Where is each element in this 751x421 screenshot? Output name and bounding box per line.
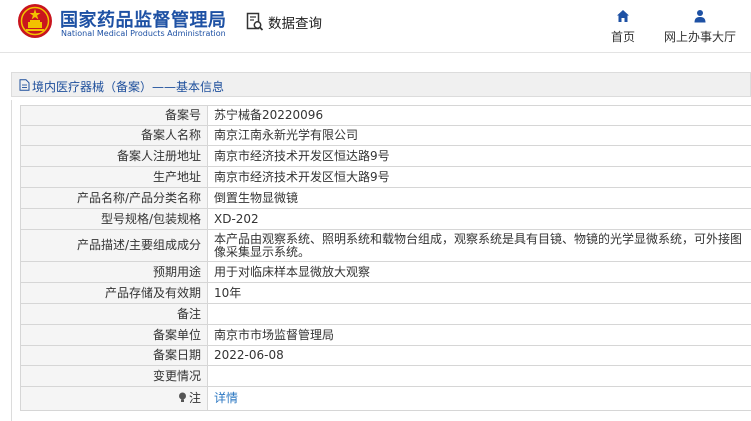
- intended-use-value: 用于对临床样本显微放大观察: [207, 261, 751, 283]
- table-row: 注 详情: [20, 386, 751, 411]
- table-row: 产品描述/主要组成成分 本产品由观察系统、照明系统和载物台组成，观察系统是具有目…: [20, 229, 751, 262]
- section-title: 境内医疗器械（备案）——基本信息: [32, 80, 225, 94]
- note-label: 注: [188, 391, 201, 405]
- detail-panel: 备案号 苏宁械备20220096 备案人名称 南京江南永新光学有限公司 备案人注…: [11, 100, 751, 421]
- table-row: 型号规格/包装规格 XD-202: [20, 208, 751, 230]
- section-header: 境内医疗器械（备案）——基本信息: [11, 72, 751, 97]
- nav-online-service-hall[interactable]: 网上办事大厅: [660, 9, 740, 45]
- lightbulb-icon: [178, 392, 186, 402]
- product-name-value: 倒置生物显微镜: [207, 187, 751, 209]
- org-name-en[interactable]: National Medical Products Administration: [61, 29, 226, 38]
- details-link[interactable]: 详情: [207, 386, 751, 411]
- filing-unit-value: 南京市市场监督管理局: [207, 324, 751, 346]
- model-spec-label: 型号规格/包装规格: [20, 208, 208, 230]
- site-header: 国家药品监督管理局 National Medical Products Admi…: [0, 0, 751, 53]
- storage-label: 产品存储及有效期: [20, 282, 208, 304]
- filer-name-value: 南京江南永新光学有限公司: [207, 125, 751, 146]
- table-row: 备注: [20, 303, 751, 325]
- home-icon: [617, 10, 629, 22]
- detail-table: 备案号 苏宁械备20220096 备案人名称 南京江南永新光学有限公司 备案人注…: [20, 105, 751, 411]
- data-query-label: 数据查询: [268, 16, 322, 32]
- filing-no-value: 苏宁械备20220096: [207, 105, 751, 126]
- filer-address-value: 南京市经济技术开发区恒达路9号: [207, 145, 751, 167]
- filer-address-label: 备案人注册地址: [20, 145, 208, 167]
- document-icon: [19, 79, 30, 91]
- change-info-value: [207, 365, 751, 387]
- user-icon: [694, 10, 706, 23]
- filing-unit-label: 备案单位: [20, 324, 208, 346]
- product-name-label: 产品名称/产品分类名称: [20, 187, 208, 209]
- model-spec-value: XD-202: [207, 208, 751, 230]
- table-row: 备案号 苏宁械备20220096: [20, 105, 751, 126]
- nav-home-label: 首页: [610, 30, 635, 44]
- filer-name-label: 备案人名称: [20, 125, 208, 146]
- table-row: 生产地址 南京市经济技术开发区恒大路9号: [20, 166, 751, 188]
- production-address-label: 生产地址: [20, 166, 208, 188]
- note-label-cell: 注: [20, 386, 208, 411]
- storage-value: 10年: [207, 282, 751, 304]
- table-row: 备案单位 南京市市场监督管理局: [20, 324, 751, 346]
- remark-label: 备注: [20, 303, 208, 325]
- filing-date-value: 2022-06-08: [207, 345, 751, 366]
- table-row: 备案日期 2022-06-08: [20, 345, 751, 366]
- table-row: 预期用途 用于对临床样本显微放大观察: [20, 261, 751, 283]
- table-row: 备案人注册地址 南京市经济技术开发区恒达路9号: [20, 145, 751, 167]
- table-row: 备案人名称 南京江南永新光学有限公司: [20, 125, 751, 146]
- document-search-icon: [246, 12, 264, 31]
- data-query-link[interactable]: 数据查询: [246, 12, 322, 32]
- description-label: 产品描述/主要组成成分: [20, 229, 208, 262]
- table-row: 变更情况: [20, 365, 751, 387]
- nav-home[interactable]: 首页: [607, 9, 639, 45]
- production-address-value: 南京市经济技术开发区恒大路9号: [207, 166, 751, 188]
- intended-use-label: 预期用途: [20, 261, 208, 283]
- national-emblem-icon: [18, 4, 52, 38]
- description-value: 本产品由观察系统、照明系统和载物台组成，观察系统是具有目镜、物镜的光学显微系统，…: [207, 229, 751, 262]
- table-row: 产品名称/产品分类名称 倒置生物显微镜: [20, 187, 751, 209]
- remark-value: [207, 303, 751, 325]
- nav-online-service-hall-label: 网上办事大厅: [663, 30, 736, 44]
- filing-date-label: 备案日期: [20, 345, 208, 366]
- filing-no-label: 备案号: [20, 105, 208, 126]
- change-info-label: 变更情况: [20, 365, 208, 387]
- table-row: 产品存储及有效期 10年: [20, 282, 751, 304]
